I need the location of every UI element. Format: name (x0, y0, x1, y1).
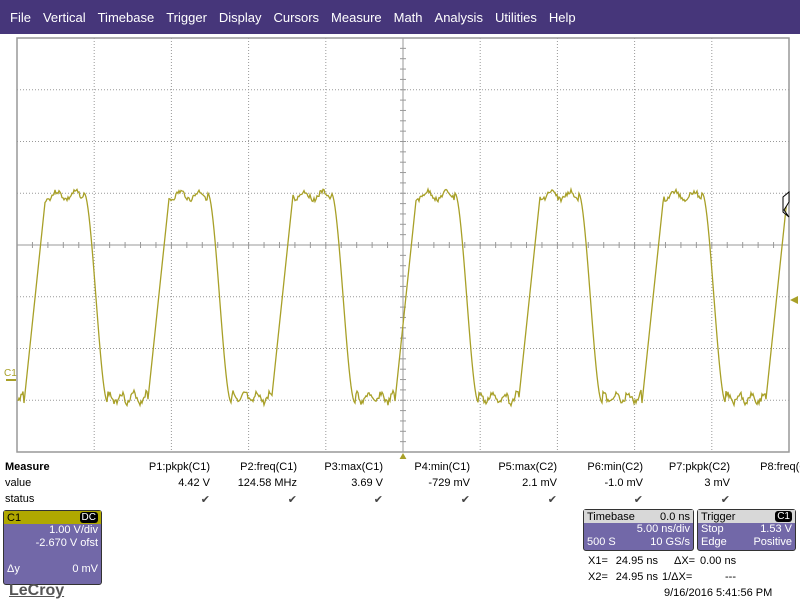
offset: -2.670 V ofst (35, 537, 98, 549)
status-warning-icon: ⚠ (707, 493, 800, 506)
menu-measure[interactable]: Measure (325, 10, 388, 25)
menu-bar: File Vertical Timebase Trigger Display Cursor… (0, 0, 800, 34)
time-per-div: 5.00 ns/div (636, 523, 690, 535)
menu-vertical[interactable]: Vertical (37, 10, 92, 25)
sample-count: 500 S (587, 536, 616, 548)
menu-math[interactable]: Math (388, 10, 429, 25)
menu-cursors[interactable]: Cursors (268, 10, 326, 25)
timebase-delay: 0.0 ns (660, 510, 690, 523)
param-name[interactable]: P8:freq(C2) (707, 461, 800, 473)
trigger-time-marker (399, 453, 407, 459)
dy-label: Δy (7, 563, 20, 575)
menu-trigger[interactable]: Trigger (160, 10, 213, 25)
menu-file[interactable]: File (4, 10, 37, 25)
menu-help[interactable]: Help (543, 10, 582, 25)
trigger-title: Trigger (701, 510, 736, 523)
dx-value: 0.00 ns (700, 555, 737, 567)
timebase-title: Timebase (587, 510, 635, 523)
volts-per-div: 1.00 V/div (49, 524, 98, 536)
waveform-grid[interactable]: C1 (0, 34, 800, 459)
channel-ground-marker (6, 379, 16, 381)
inv-dx-value: --- (725, 571, 736, 583)
x1-label: X1= (588, 555, 608, 567)
cursor-marker-icon (782, 190, 790, 218)
param-value: --- (707, 477, 800, 489)
menu-display[interactable]: Display (213, 10, 268, 25)
channel-label: C1 (4, 368, 17, 379)
trigger-type: Edge (701, 536, 727, 548)
value-label: value (5, 477, 32, 489)
trigger-level-marker (790, 296, 798, 304)
x2-value: 24.95 ns (615, 571, 658, 583)
trigger-level: 1.53 V (760, 523, 792, 535)
timebase-panel[interactable]: Timebase 0.0 ns 5.00 ns/div 500 S 10 GS/s (583, 509, 694, 551)
measure-title: Measure (5, 461, 50, 473)
menu-utilities[interactable]: Utilities (489, 10, 543, 25)
coupling-badge: DC (79, 512, 98, 523)
trigger-slope: Positive (753, 536, 792, 548)
lecroy-logo: LeCroy (9, 582, 65, 599)
c1-name: C1 (7, 511, 22, 524)
trigger-source: C1 (775, 511, 792, 522)
trigger-panel[interactable]: Trigger C1 Stop 1.53 V Edge Positive (697, 509, 796, 551)
x1-value: 24.95 ns (615, 555, 658, 567)
menu-timebase[interactable]: Timebase (92, 10, 161, 25)
dy-value: 0 mV (72, 563, 98, 575)
status-label: status (5, 493, 35, 505)
menu-analysis[interactable]: Analysis (429, 10, 489, 25)
x2-label: X2= (588, 571, 608, 583)
sample-rate: 10 GS/s (650, 536, 690, 548)
datetime: 9/16/2016 5:41:56 PM (664, 587, 773, 599)
inv-dx-label: 1/ΔX= (662, 571, 693, 583)
dx-label: ΔX= (674, 555, 696, 567)
trigger-mode: Stop (701, 523, 724, 535)
c1-channel-panel[interactable]: C1 DC 1.00 V/div -2.670 V ofst Δy 0 mV (3, 510, 102, 585)
